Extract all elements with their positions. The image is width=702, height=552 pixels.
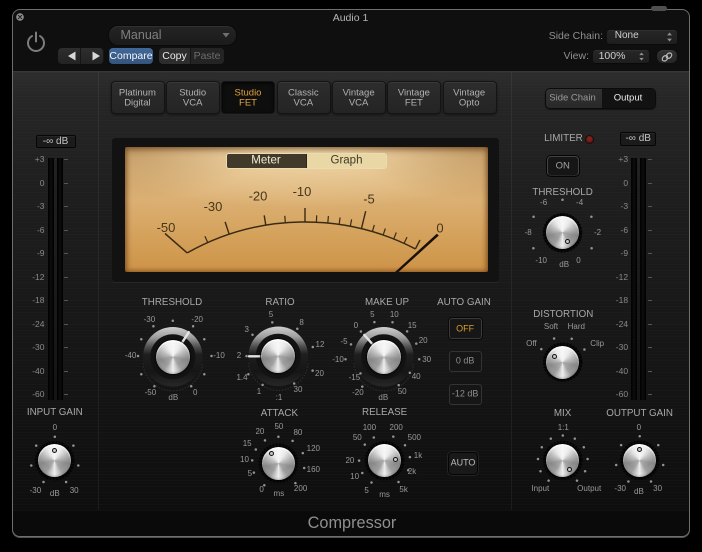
svg-text:-30: -30 — [204, 199, 223, 214]
svg-text:-20: -20 — [249, 188, 268, 203]
svg-text:-50: -50 — [157, 220, 176, 235]
svg-text:0: 0 — [436, 220, 443, 235]
svg-text:-5: -5 — [363, 192, 375, 207]
svg-text:-10: -10 — [293, 184, 312, 199]
